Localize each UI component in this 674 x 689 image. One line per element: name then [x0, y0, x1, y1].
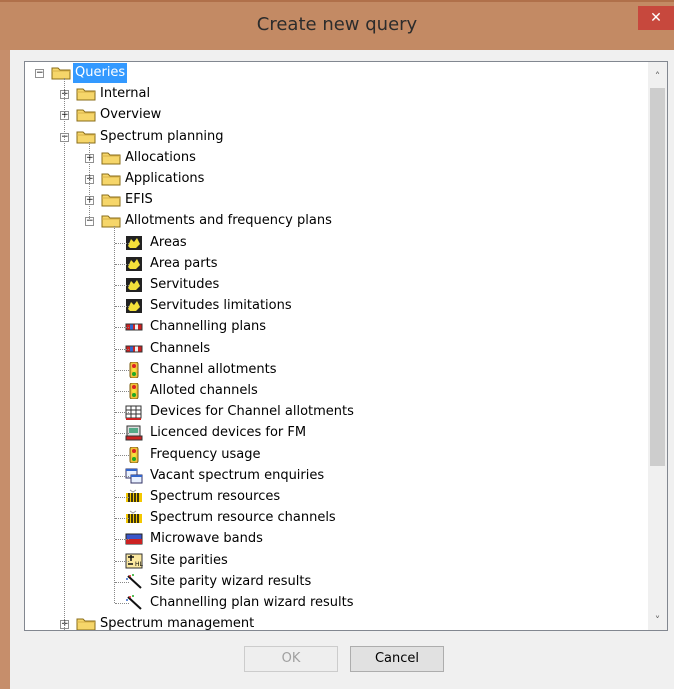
- folder-icon: [101, 151, 121, 165]
- tree-connector: [115, 263, 129, 265]
- tree-node-label: Applications: [125, 171, 205, 186]
- folder-icon: [76, 108, 96, 122]
- tree-node-label: Spectrum resource channels: [150, 510, 336, 526]
- tree-node-applications[interactable]: + Applications: [25, 169, 635, 189]
- tree-node-label: Channelling plan wizard results: [150, 595, 354, 610]
- tree-node-label: Alloted channels: [150, 383, 258, 398]
- dialog-body: − Queries + Internal + Overview − Spectrum plan…: [10, 50, 674, 689]
- tree-node-label: Spectrum resources: [150, 489, 281, 504]
- folder-icon: [51, 66, 71, 80]
- tree-connector: [115, 581, 129, 583]
- tree-connector: [115, 391, 129, 392]
- tree-connector: [115, 539, 129, 541]
- tree-connector: [115, 560, 129, 562]
- window-title: Create new query: [256, 14, 418, 35]
- tree-node-overview[interactable]: + Overview: [25, 105, 635, 125]
- tree-node-queries[interactable]: − Queries: [25, 63, 635, 83]
- folder-icon: [76, 87, 96, 101]
- cancel-button[interactable]: Cancel: [350, 646, 444, 672]
- tree-node-label: Channel allotments: [150, 361, 277, 377]
- tree-node-allotments[interactable]: − Allotments and frequency plans: [25, 211, 635, 231]
- tree-connector: [115, 497, 129, 498]
- tree-connector: [115, 603, 129, 604]
- tree-connector: [115, 369, 129, 371]
- scroll-up-icon[interactable]: ˄: [648, 68, 667, 86]
- tree-node-label: Overview: [100, 107, 162, 123]
- tree-node-label: Channels: [150, 340, 211, 356]
- tree-node-spectrum-management[interactable]: + Spectrum management: [25, 614, 635, 631]
- tree-node-label: Internal: [100, 86, 151, 102]
- tree-node-label: Microwave bands: [150, 531, 263, 547]
- tree-node-label: Allotments and frequency plans: [125, 213, 332, 229]
- tree-node-label: Spectrum planning: [100, 128, 224, 144]
- tree-connector: [115, 412, 129, 414]
- tree-connector: [115, 348, 129, 350]
- tree-node-label: Servitudes limitations: [150, 298, 292, 314]
- folder-icon: [101, 214, 121, 228]
- scroll-down-icon[interactable]: ˅: [648, 612, 667, 630]
- folder-icon: [101, 172, 121, 186]
- tree-node-label: Channelling plans: [150, 319, 267, 335]
- tree-node-label: Frequency usage: [150, 446, 261, 462]
- tree-node-label: Devices for Channel allotments: [150, 404, 354, 420]
- tree-connector: [64, 78, 65, 630]
- tree-connector: [115, 518, 129, 520]
- tree-connector: [115, 242, 129, 244]
- vertical-scrollbar[interactable]: ˄ ˅: [648, 62, 667, 630]
- title-bar: Create new query ✕: [0, 0, 674, 50]
- tree-node-internal[interactable]: + Internal: [25, 84, 635, 104]
- tree-node-label: Site parities: [150, 552, 228, 568]
- tree-connector: [115, 475, 129, 477]
- svg-text:HL: HL: [135, 561, 143, 568]
- tree-connector: [115, 306, 129, 308]
- tree-node-label: Licenced devices for FM: [150, 425, 307, 441]
- tree-node-label: Queries: [73, 63, 128, 83]
- tree-node-allocations[interactable]: + Allocations: [25, 148, 635, 168]
- tree-node-label: Spectrum management: [100, 616, 255, 631]
- close-button[interactable]: ✕: [638, 6, 674, 30]
- tree-node-label: Area parts: [150, 255, 218, 271]
- folder-icon: [76, 130, 96, 144]
- tree-node-label: Areas: [150, 234, 187, 250]
- tree-connector: [115, 285, 129, 286]
- query-tree[interactable]: − Queries + Internal + Overview − Spectrum plan…: [24, 61, 668, 631]
- scroll-thumb[interactable]: [650, 88, 665, 466]
- folder-icon: [101, 193, 121, 207]
- tree-connector: [89, 141, 90, 222]
- tree-node-label: Site parity wizard results: [150, 573, 312, 589]
- tree-node-label: EFIS: [125, 192, 153, 208]
- tree-connector: [115, 454, 129, 456]
- tree-node-label: Servitudes: [150, 277, 220, 292]
- tree-connector: [114, 226, 115, 603]
- tree-node-label: Allocations: [125, 149, 196, 165]
- tree-node-spectrum-planning[interactable]: − Spectrum planning: [25, 127, 635, 147]
- tree-connector: [115, 327, 129, 329]
- tree-connector: [115, 433, 129, 435]
- folder-icon: [76, 617, 96, 630]
- ok-button[interactable]: OK: [244, 646, 338, 672]
- tree-node-label: Vacant spectrum enquiries: [150, 467, 325, 483]
- tree-node-efis[interactable]: + EFIS: [25, 190, 635, 210]
- collapse-icon[interactable]: −: [35, 69, 44, 78]
